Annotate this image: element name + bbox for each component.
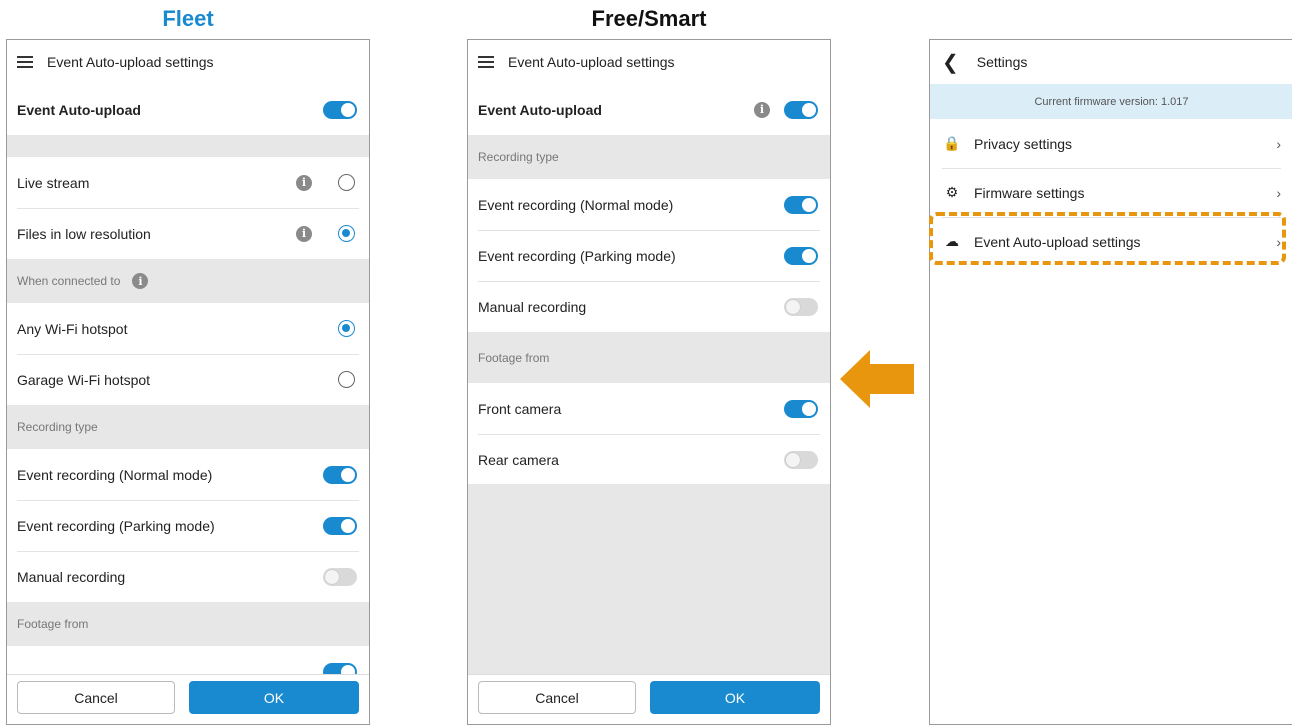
section-label: Footage from	[478, 350, 550, 365]
front-camera-row: Front camera	[468, 383, 830, 434]
firmware-version-banner: Current firmware version: 1.017	[930, 84, 1292, 119]
fleet-title-bar: Event Auto-upload settings	[7, 40, 369, 84]
page-title: Event Auto-upload settings	[508, 54, 675, 70]
menu-icon[interactable]	[17, 56, 33, 68]
dialog-footer: Cancel OK	[7, 674, 369, 724]
low-res-label: Files in low resolution	[17, 225, 151, 242]
any-wifi-label: Any Wi-Fi hotspot	[17, 320, 128, 337]
recording-section-header: Recording type	[7, 405, 369, 449]
fleet-caption: Fleet	[162, 6, 214, 31]
info-icon[interactable]: i	[132, 273, 149, 289]
settings-title-bar: ❮ Settings	[930, 40, 1292, 84]
any-wifi-row[interactable]: Any Wi-Fi hotspot	[7, 303, 369, 354]
ok-button[interactable]: OK	[189, 681, 359, 714]
event-normal-toggle[interactable]	[323, 465, 357, 484]
recording-section-header: Recording type	[468, 135, 830, 179]
garage-wifi-row[interactable]: Garage Wi-Fi hotspot	[7, 354, 369, 405]
auto-upload-row: Event Auto-upload	[7, 84, 369, 135]
rear-camera-row: Rear camera	[468, 434, 830, 485]
empty-area	[468, 484, 830, 674]
back-arrow-icon[interactable]: ❮	[942, 50, 959, 75]
event-normal-toggle[interactable]	[784, 195, 818, 214]
chevron-right-icon: ›	[1276, 135, 1281, 152]
manual-row: Manual recording	[7, 551, 369, 602]
live-stream-radio[interactable]	[338, 174, 355, 191]
ok-button[interactable]: OK	[650, 681, 820, 714]
lock-icon: 🔒	[943, 135, 961, 151]
arrow-left-icon	[840, 350, 914, 408]
event-parking-label: Event recording (Parking mode)	[478, 247, 676, 264]
manual-label: Manual recording	[17, 568, 126, 585]
event-normal-label: Event recording (Normal mode)	[17, 466, 213, 483]
free-smart-screen: Event Auto-upload settings Event Auto-up…	[467, 39, 831, 725]
manual-toggle[interactable]	[323, 567, 357, 586]
live-stream-label: Live stream	[17, 174, 90, 191]
section-label: Footage from	[17, 617, 89, 631]
free-smart-caption: Free/Smart	[591, 6, 707, 31]
manual-label: Manual recording	[478, 298, 587, 315]
any-wifi-radio[interactable]	[338, 320, 355, 337]
auto-upload-label: Event Auto-upload	[478, 101, 602, 118]
privacy-settings-item[interactable]: 🔒 Privacy settings ›	[930, 119, 1292, 168]
firmware-settings-item[interactable]: ⚙ Firmware settings ›	[930, 168, 1292, 217]
garage-wifi-label: Garage Wi-Fi hotspot	[17, 371, 151, 388]
garage-wifi-radio[interactable]	[338, 371, 355, 388]
auto-upload-toggle[interactable]	[784, 100, 818, 119]
page-title: Settings	[976, 54, 1028, 70]
settings-screen: ❮ Settings Current firmware version: 1.0…	[929, 39, 1292, 725]
low-res-radio[interactable]	[338, 225, 355, 242]
auto-upload-row: Event Auto-upload i	[468, 84, 830, 135]
cancel-button[interactable]: Cancel	[17, 681, 175, 714]
firmware-label: Firmware settings	[974, 184, 1085, 201]
chevron-right-icon: ›	[1276, 184, 1281, 201]
section-label: Recording type	[17, 420, 98, 434]
event-parking-row: Event recording (Parking mode)	[468, 230, 830, 281]
connected-section-header: When connected to i	[7, 259, 369, 303]
event-normal-row: Event recording (Normal mode)	[468, 179, 830, 230]
highlight-box	[929, 212, 1286, 265]
auto-upload-label: Event Auto-upload	[17, 101, 141, 118]
menu-icon[interactable]	[478, 56, 494, 68]
front-camera-toggle[interactable]	[784, 399, 818, 418]
footage-section-header: Footage from	[7, 602, 369, 646]
section-label: Recording type	[478, 150, 559, 164]
info-icon[interactable]: i	[296, 225, 312, 242]
cancel-button[interactable]: Cancel	[478, 681, 636, 714]
manual-row: Manual recording	[468, 281, 830, 332]
event-parking-row: Event recording (Parking mode)	[7, 500, 369, 551]
event-parking-label: Event recording (Parking mode)	[17, 517, 215, 534]
event-normal-row: Event recording (Normal mode)	[7, 449, 369, 500]
section-spacer	[7, 135, 369, 157]
privacy-label: Privacy settings	[974, 135, 1073, 152]
fleet-screen: Event Auto-upload settings Event Auto-up…	[6, 39, 370, 725]
info-icon[interactable]: i	[754, 101, 770, 118]
event-parking-toggle[interactable]	[323, 516, 357, 535]
page-title: Event Auto-upload settings	[47, 54, 214, 70]
section-label: When connected to	[17, 274, 121, 288]
live-stream-row[interactable]: Live stream i	[7, 157, 369, 208]
free-title-bar: Event Auto-upload settings	[468, 40, 830, 84]
auto-upload-toggle[interactable]	[323, 100, 357, 119]
firmware-icon: ⚙	[945, 184, 959, 200]
dialog-footer: Cancel OK	[468, 674, 830, 724]
front-camera-label: Front camera	[478, 400, 562, 417]
event-parking-toggle[interactable]	[784, 246, 818, 265]
event-normal-label: Event recording (Normal mode)	[478, 196, 674, 213]
low-res-row[interactable]: Files in low resolution i	[7, 208, 369, 259]
rear-camera-toggle[interactable]	[784, 450, 818, 469]
manual-toggle[interactable]	[784, 297, 818, 316]
footage-section-header: Footage from	[468, 332, 830, 383]
info-icon[interactable]: i	[296, 174, 312, 191]
rear-camera-label: Rear camera	[478, 451, 559, 468]
